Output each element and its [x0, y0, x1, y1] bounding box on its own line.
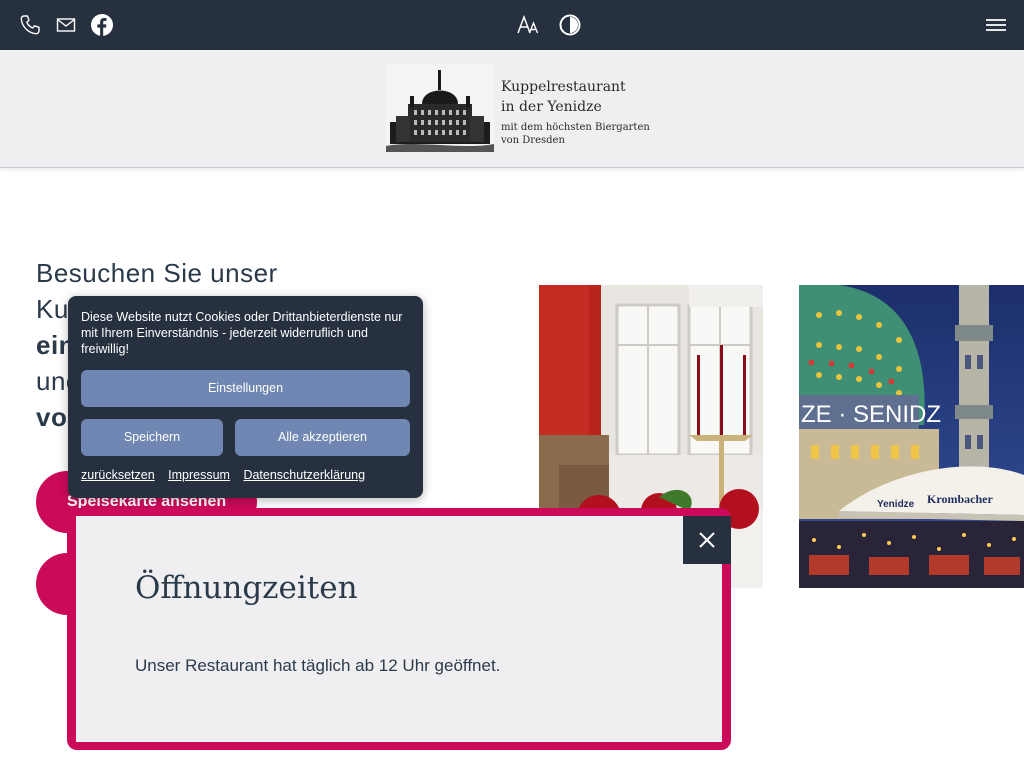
cookie-accept-all-button[interactable]: Alle akzeptieren	[235, 419, 410, 456]
cookie-links: zurücksetzen Impressum Datenschutzerklär…	[81, 468, 375, 482]
logo-tagline-2: von Dresden	[501, 135, 565, 146]
site-header: Kuppelrestaurant in der Yenidze mit dem …	[0, 50, 1024, 168]
opening-hours-modal: Öffnungzeiten Unser Restaurant hat tägli…	[67, 508, 731, 750]
logo-title: Kuppelrestaurant	[501, 79, 626, 95]
modal-body-text: Unser Restaurant hat täglich ab 12 Uhr g…	[135, 656, 501, 675]
font-size-icon[interactable]	[516, 13, 540, 37]
cookie-message: Diese Website nutzt Cookies oder Drittan…	[81, 310, 403, 356]
facebook-icon[interactable]	[90, 13, 114, 37]
modal-close-button[interactable]	[683, 516, 731, 564]
contrast-icon[interactable]	[558, 13, 582, 37]
modal-content: Öffnungzeiten Unser Restaurant hat tägli…	[76, 516, 731, 742]
top-bar	[0, 0, 1024, 50]
dome-lettering: ZE · SENIDZ	[801, 401, 941, 428]
imprint-link[interactable]: Impressum	[168, 468, 230, 482]
hero-line-1: Besuchen Sie unser	[36, 258, 278, 288]
cookie-settings-button[interactable]: Einstellungen	[81, 370, 410, 407]
logo-tagline: mit dem höchsten Biergarten	[501, 122, 650, 133]
umbrella-label-2: Krombacher	[927, 492, 993, 506]
yenidze-logo-image[interactable]	[386, 64, 494, 152]
phone-icon[interactable]	[18, 13, 42, 37]
modal-title: Öffnungzeiten	[135, 570, 358, 606]
umbrella-label-1: Yenidze	[877, 499, 915, 510]
cookie-consent-banner: Diese Website nutzt Cookies oder Drittan…	[68, 296, 423, 498]
logo-subtitle: in der Yenidze	[501, 99, 602, 115]
menu-icon[interactable]	[984, 13, 1008, 37]
close-icon	[699, 532, 715, 548]
cookie-save-button[interactable]: Speichern	[81, 419, 223, 456]
yenidze-dome-photo: ZE · SENIDZ Yenidze Krombacher	[799, 285, 1024, 588]
cookie-reset-link[interactable]: zurücksetzen	[81, 468, 155, 482]
logo-text[interactable]: Kuppelrestaurant in der Yenidze mit dem …	[501, 77, 650, 147]
privacy-policy-link[interactable]: Datenschutzerklärung	[243, 468, 365, 482]
mail-icon[interactable]	[54, 13, 78, 37]
